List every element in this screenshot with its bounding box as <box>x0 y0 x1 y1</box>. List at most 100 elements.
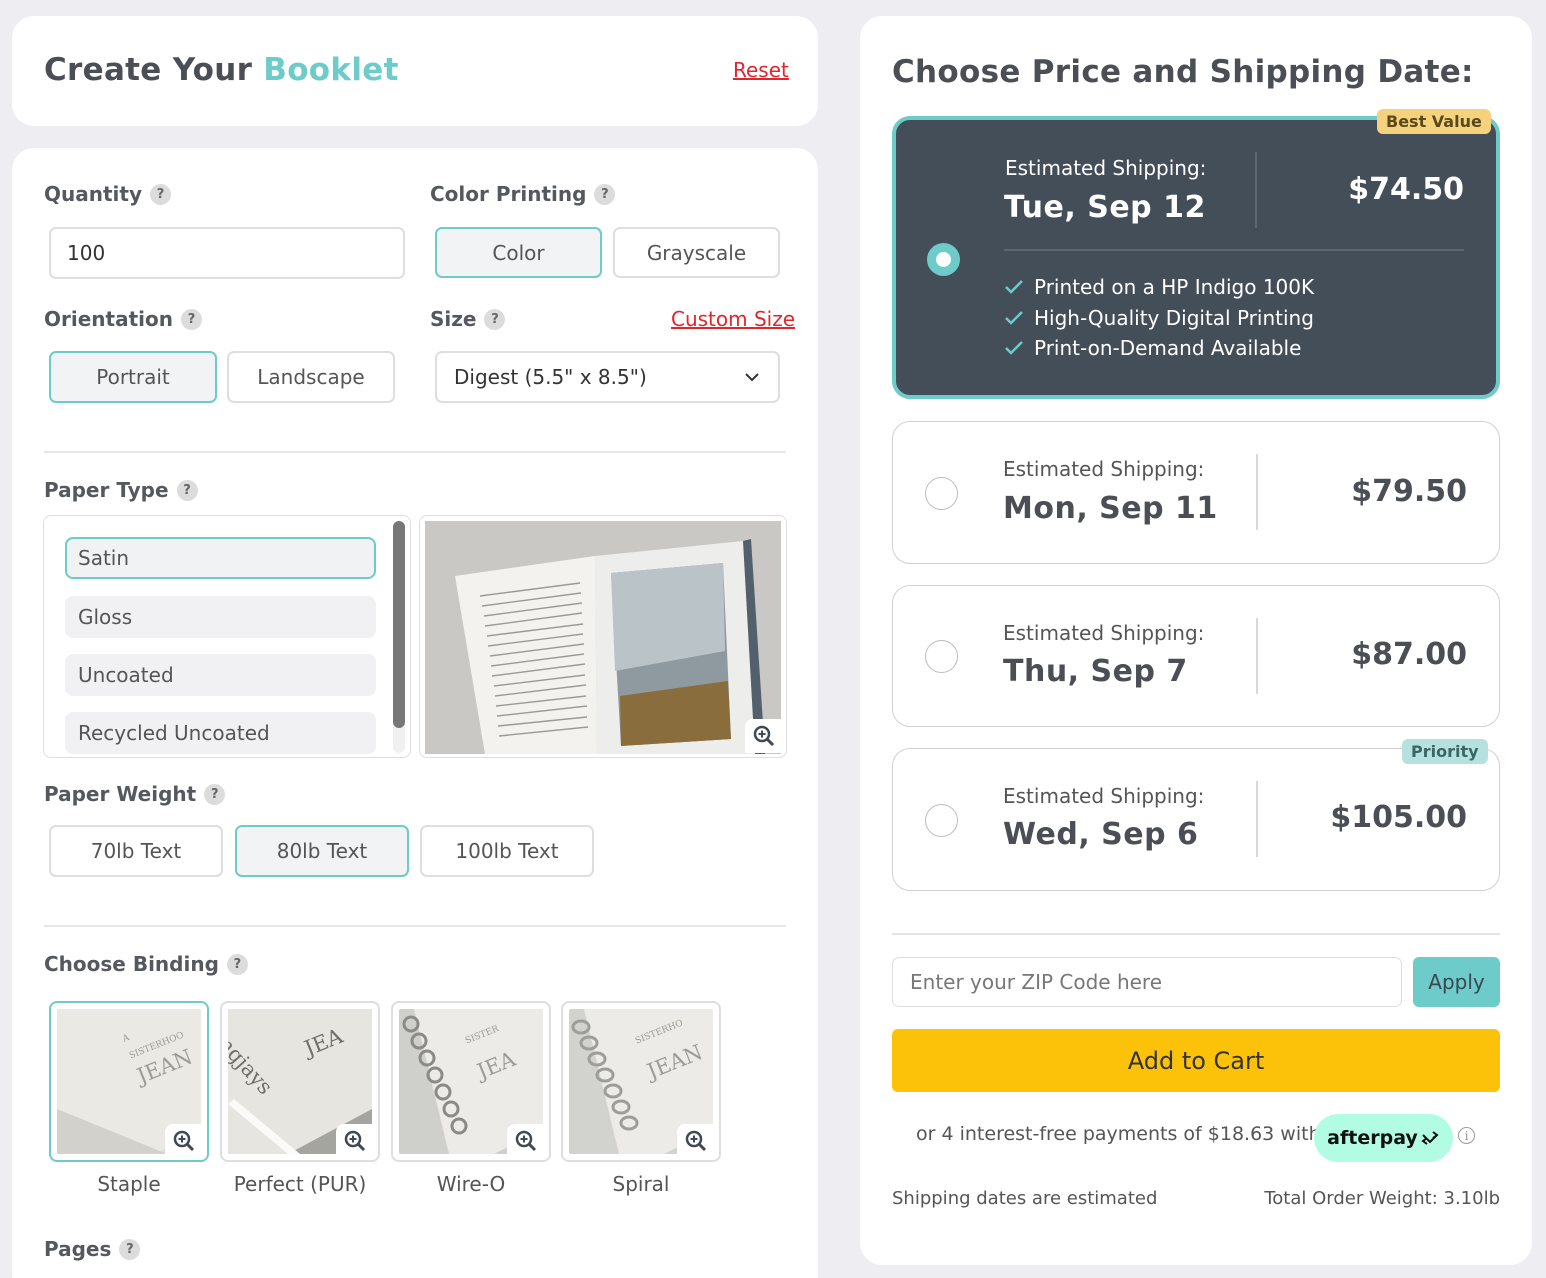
pricing-title: Choose Price and Shipping Date: <box>892 54 1474 90</box>
zoom-in-icon[interactable] <box>336 1124 373 1158</box>
page-title: Create Your Booklet <box>44 52 399 88</box>
apply-button[interactable]: Apply <box>1413 957 1500 1007</box>
help-icon[interactable]: ? <box>176 479 198 501</box>
check-icon <box>1005 280 1023 294</box>
estimated-shipping-label: Estimated Shipping: <box>1005 156 1207 180</box>
help-icon[interactable]: ? <box>204 783 226 805</box>
best-value-badge: Best Value <box>1377 109 1491 134</box>
estimated-shipping-label: Estimated Shipping: <box>1003 621 1205 645</box>
priority-badge: Priority <box>1402 739 1488 764</box>
shipping-price: $87.00 <box>1351 637 1467 672</box>
binding-label-wire-o: Wire-O <box>436 1172 506 1196</box>
help-icon[interactable]: ? <box>150 183 171 205</box>
help-icon[interactable]: ? <box>226 953 248 975</box>
binding-option-wire-o[interactable]: SISTER JEA <box>391 1001 551 1162</box>
check-icon <box>1005 341 1023 355</box>
chevron-down-icon <box>745 373 759 382</box>
shipping-price: $79.50 <box>1351 474 1467 509</box>
grayscale-button[interactable]: Grayscale <box>613 227 780 278</box>
feature-item: High-Quality Digital Printing <box>1004 306 1314 330</box>
size-select[interactable]: Digest (5.5" x 8.5") <box>435 351 780 403</box>
help-icon[interactable]: ? <box>484 308 506 330</box>
paper-option-recycled-uncoated[interactable]: Recycled Uncoated <box>65 712 376 754</box>
open-book-image <box>425 521 781 754</box>
shipping-date: Tue, Sep 12 <box>1004 190 1206 225</box>
title-prefix: Create Your <box>44 52 253 88</box>
weight-70lb-button[interactable]: 70lb Text <box>49 825 223 877</box>
zoom-in-icon[interactable] <box>677 1124 714 1158</box>
shipping-option-1[interactable]: Estimated Shipping: Tue, Sep 12 $74.50 P… <box>892 116 1500 399</box>
help-icon[interactable]: ? <box>594 183 616 205</box>
feature-item: Print-on-Demand Available <box>1004 336 1301 360</box>
help-icon[interactable]: ? <box>119 1238 141 1260</box>
estimated-shipping-label: Estimated Shipping: <box>1003 784 1205 808</box>
color-button[interactable]: Color <box>435 227 602 278</box>
quantity-label: Quantity ? <box>44 182 171 206</box>
orientation-label: Orientation ? <box>44 307 202 331</box>
divider <box>892 933 1500 935</box>
shipping-option-3[interactable]: Estimated Shipping: Thu, Sep 7 $87.00 <box>892 585 1500 727</box>
binding-option-staple[interactable]: A SISTERHOO JEAN <box>49 1001 209 1162</box>
add-to-cart-button[interactable]: Add to Cart <box>892 1029 1500 1092</box>
zip-input[interactable]: Enter your ZIP Code here <box>892 957 1402 1007</box>
shipping-option-2[interactable]: Estimated Shipping: Mon, Sep 11 $79.50 <box>892 421 1500 564</box>
shipping-radio[interactable] <box>927 243 960 276</box>
binding-option-perfect[interactable]: ngjays JEA <box>220 1001 380 1162</box>
shipping-date: Wed, Sep 6 <box>1003 817 1199 852</box>
binding-label-staple: Staple <box>97 1172 161 1196</box>
pages-label: Pages ? <box>44 1237 141 1261</box>
card-divider <box>1004 249 1464 251</box>
vertical-divider <box>1256 618 1258 694</box>
paper-list-scrollbar[interactable] <box>393 521 405 753</box>
estimated-shipping-label: Estimated Shipping: <box>1003 457 1205 481</box>
scrollbar-thumb[interactable] <box>393 521 405 728</box>
zoom-in-icon[interactable] <box>745 719 782 753</box>
vertical-divider <box>1256 454 1258 530</box>
shipping-date: Mon, Sep 11 <box>1003 491 1218 526</box>
feature-item: Printed on a HP Indigo 100K <box>1004 275 1314 299</box>
weight-80lb-button[interactable]: 80lb Text <box>235 825 409 877</box>
configuration-card: Quantity ? 100 Color Printing ? Color Gr… <box>12 148 818 1278</box>
afterpay-button[interactable]: afterpay <box>1314 1114 1453 1162</box>
check-icon <box>1005 311 1023 325</box>
vertical-divider <box>1255 152 1257 228</box>
zoom-in-icon[interactable] <box>507 1124 544 1158</box>
reset-link[interactable]: Reset <box>733 58 789 82</box>
afterpay-text: or 4 interest-free payments of $18.63 wi… <box>916 1123 1321 1145</box>
shipping-date: Thu, Sep 7 <box>1003 654 1188 689</box>
portrait-button[interactable]: Portrait <box>49 351 217 403</box>
paper-type-list: Satin Gloss Uncoated Recycled Uncoated <box>43 515 411 758</box>
paper-weight-label: Paper Weight ? <box>44 782 226 806</box>
paper-option-satin[interactable]: Satin <box>65 537 376 579</box>
paper-type-label: Paper Type ? <box>44 478 198 502</box>
shipping-radio[interactable] <box>925 640 958 673</box>
shipping-radio[interactable] <box>925 804 958 837</box>
vertical-divider <box>1256 781 1258 857</box>
shipping-price: $74.50 <box>1348 172 1464 207</box>
divider <box>44 925 786 927</box>
landscape-button[interactable]: Landscape <box>227 351 395 403</box>
shipping-price: $105.00 <box>1330 800 1467 835</box>
custom-size-link[interactable]: Custom Size <box>671 307 795 331</box>
shipping-radio[interactable] <box>925 477 958 510</box>
info-icon[interactable]: i <box>1458 1127 1475 1144</box>
shipping-note: Shipping dates are estimated <box>892 1188 1158 1209</box>
quantity-input[interactable]: 100 <box>49 227 405 279</box>
pricing-card: Choose Price and Shipping Date: Estimate… <box>860 16 1532 1265</box>
paper-option-gloss[interactable]: Gloss <box>65 596 376 638</box>
divider <box>44 451 786 453</box>
help-icon[interactable]: ? <box>180 308 202 330</box>
binding-label-spiral: Spiral <box>612 1172 670 1196</box>
binding-label-perfect: Perfect (PUR) <box>233 1172 367 1196</box>
shipping-option-4[interactable]: Estimated Shipping: Wed, Sep 6 $105.00 <box>892 748 1500 891</box>
paper-preview-image <box>419 515 787 758</box>
zoom-in-icon[interactable] <box>165 1124 202 1158</box>
binding-label: Choose Binding ? <box>44 952 248 976</box>
paper-option-uncoated[interactable]: Uncoated <box>65 654 376 696</box>
size-label: Size ? <box>430 307 506 331</box>
color-printing-label: Color Printing ? <box>430 182 616 206</box>
afterpay-logo-icon <box>1421 1131 1439 1145</box>
total-weight: Total Order Weight: 3.10lb <box>1264 1188 1500 1209</box>
weight-100lb-button[interactable]: 100lb Text <box>420 825 594 877</box>
binding-option-spiral[interactable]: SISTERHO JEAN <box>561 1001 721 1162</box>
